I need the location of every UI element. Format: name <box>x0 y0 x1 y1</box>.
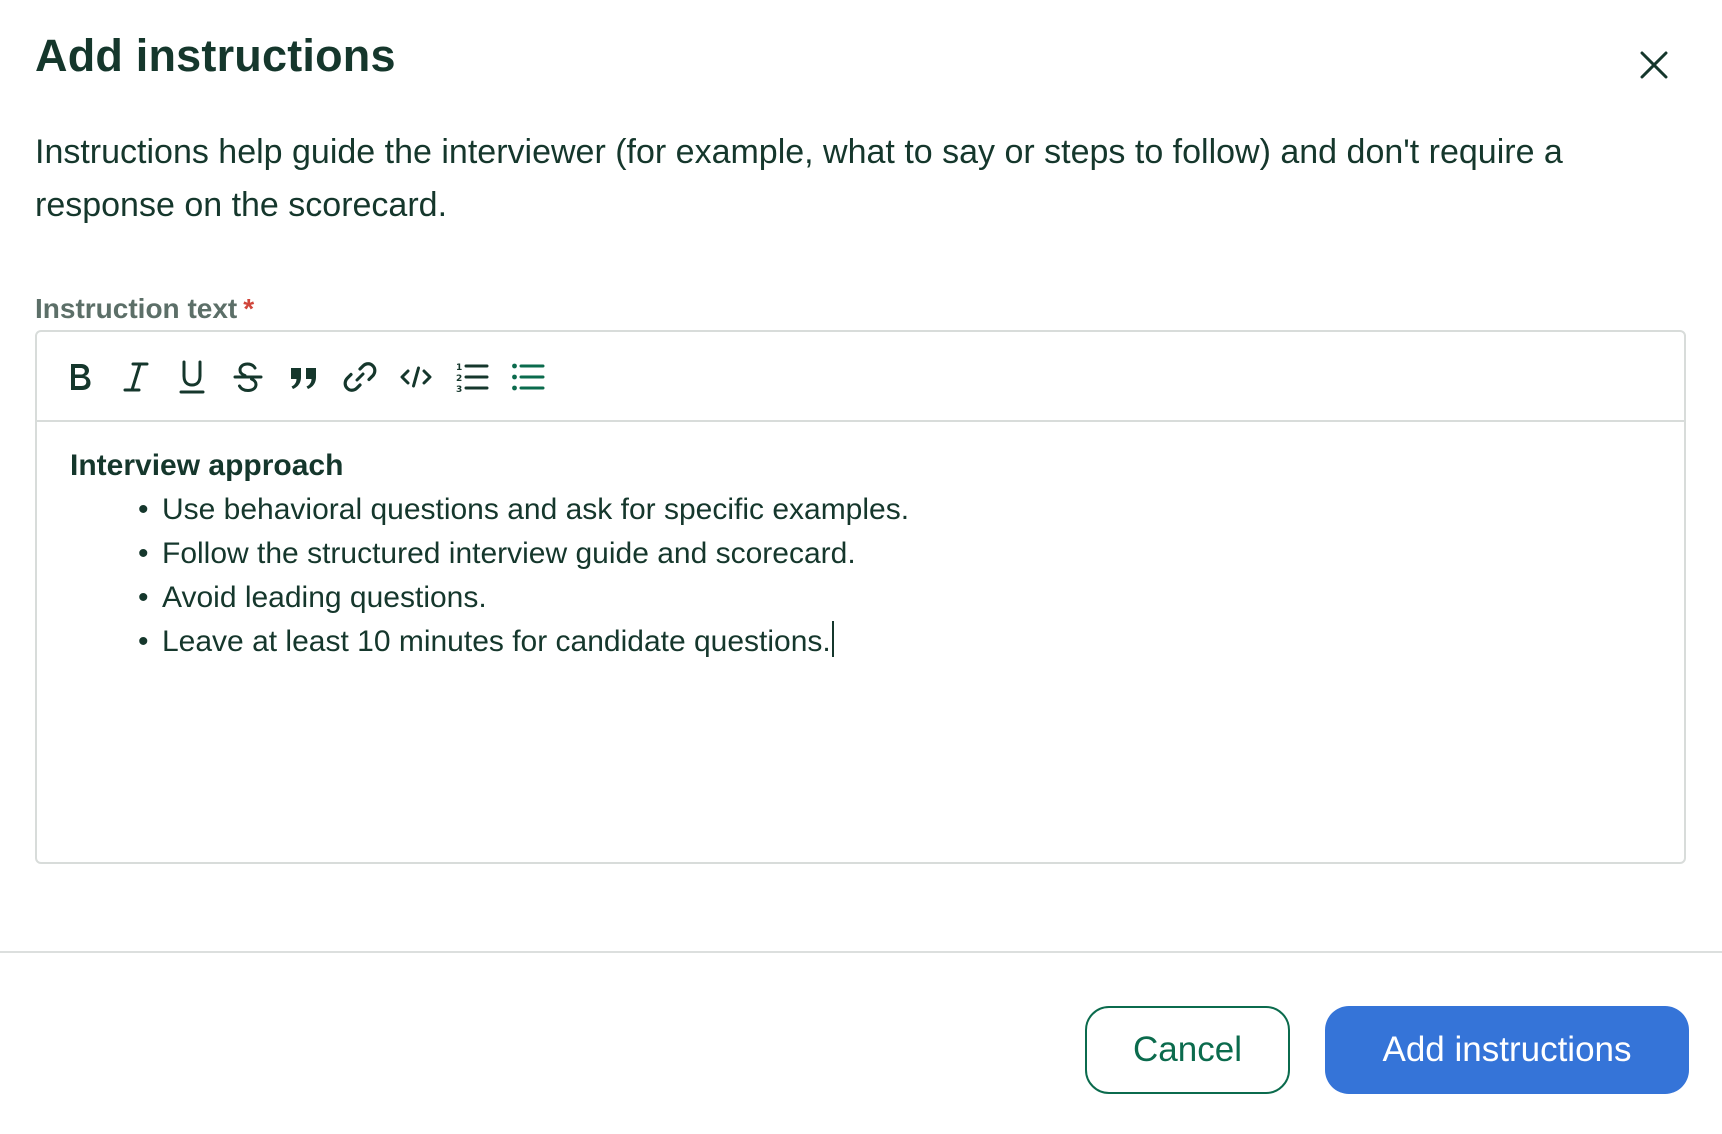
editor-toolbar: 1 2 3 <box>37 332 1684 422</box>
add-instructions-dialog: Add instructions Instructions help guide… <box>0 0 1722 1134</box>
instruction-text-label: Instruction text * <box>35 290 254 328</box>
strikethrough-button[interactable] <box>225 354 271 400</box>
text-caret <box>831 621 834 657</box>
bullet-list-button[interactable] <box>505 354 551 400</box>
field-label-text: Instruction text <box>35 293 238 324</box>
strikethrough-icon <box>232 360 264 394</box>
underline-icon <box>177 359 207 395</box>
code-icon <box>399 364 433 390</box>
italic-button[interactable] <box>113 354 159 400</box>
bold-button[interactable] <box>57 354 103 400</box>
editor-content[interactable]: Interview approach Use behavioral questi… <box>70 444 1654 664</box>
list-item: Leave at least 10 minutes for candidate … <box>70 620 1654 664</box>
list-item-text: Avoid leading questions. <box>162 581 487 614</box>
svg-text:1: 1 <box>456 363 462 373</box>
svg-text:3: 3 <box>456 385 462 394</box>
instruction-text-editor[interactable]: 1 2 3 Interview approach • Use behaviora… <box>35 330 1686 864</box>
required-marker: * <box>243 293 255 324</box>
italic-icon <box>121 360 151 394</box>
ordered-list-button[interactable]: 1 2 3 <box>449 354 495 400</box>
ordered-list-icon: 1 2 3 <box>455 360 489 394</box>
footer-divider <box>0 951 1722 953</box>
svg-text:2: 2 <box>456 374 462 384</box>
close-button[interactable] <box>1632 44 1676 88</box>
list-item-text: Leave at least 10 minutes for candidate … <box>162 625 831 658</box>
content-bullet-list: Use behavioral questions and ask for spe… <box>70 488 1654 664</box>
list-item-text: Follow the structured interview guide an… <box>162 537 856 570</box>
content-heading: Interview approach <box>70 449 344 482</box>
link-button[interactable] <box>337 354 383 400</box>
underline-button[interactable] <box>169 354 215 400</box>
add-instructions-button[interactable]: Add instructions <box>1325 1006 1689 1094</box>
bullet-list-icon <box>511 362 545 392</box>
list-item: Avoid leading questions. <box>70 576 1654 620</box>
bold-icon <box>65 360 95 394</box>
blockquote-button[interactable] <box>281 354 327 400</box>
close-icon <box>1638 49 1670 84</box>
cancel-button[interactable]: Cancel <box>1085 1006 1290 1094</box>
list-item: Use behavioral questions and ask for spe… <box>70 488 1654 532</box>
link-icon <box>343 360 377 394</box>
list-item: Follow the structured interview guide an… <box>70 532 1654 576</box>
dialog-description: Instructions help guide the interviewer … <box>35 133 1563 224</box>
code-button[interactable] <box>393 354 439 400</box>
list-item-text: Use behavioral questions and ask for spe… <box>162 493 910 526</box>
blockquote-icon <box>288 362 320 392</box>
dialog-title: Add instructions <box>35 30 396 81</box>
